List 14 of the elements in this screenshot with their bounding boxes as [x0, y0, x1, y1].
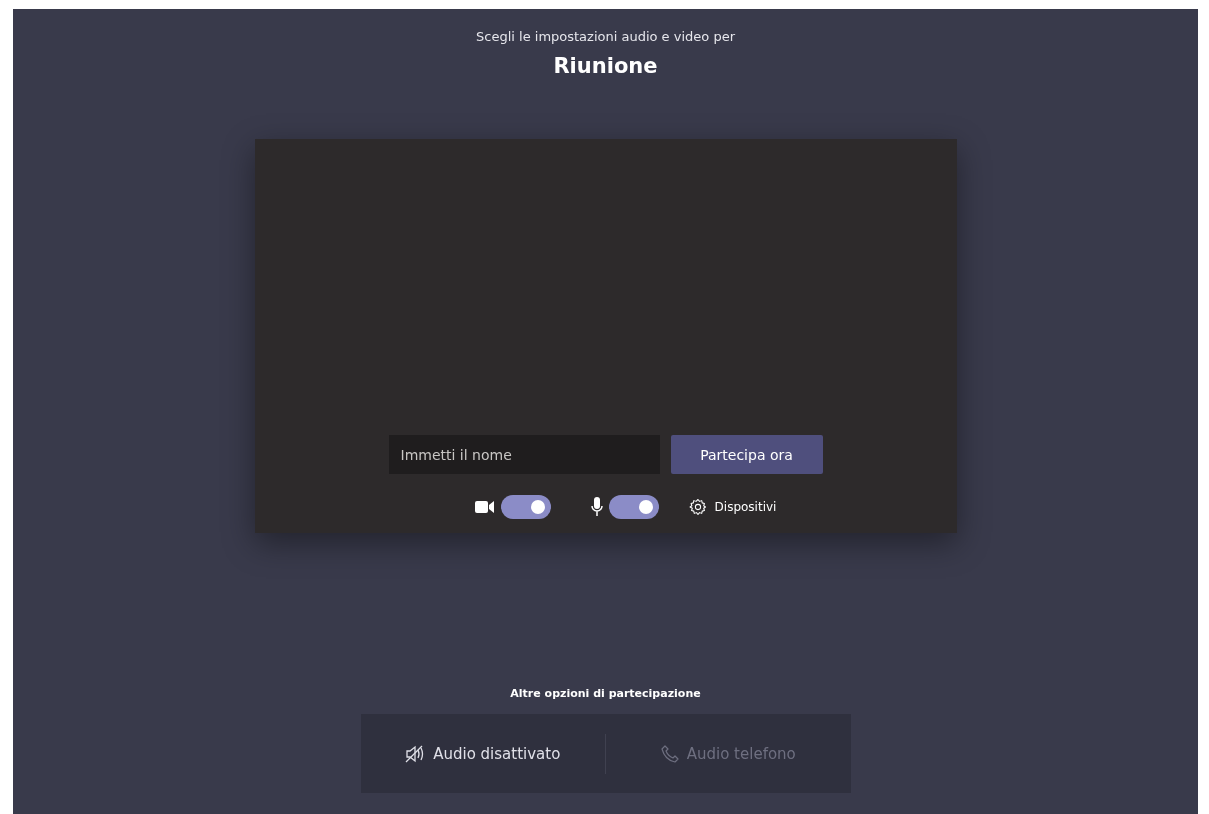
microphone-toggle[interactable] [608, 495, 659, 519]
option-button[interactable]: Audio disattivato [360, 714, 605, 793]
speaker-off-icon [405, 744, 426, 763]
name-field[interactable]: Immetti il nome [388, 435, 660, 474]
join-button[interactable]: Partecipa ora [670, 435, 823, 474]
subtitle: Scegli le impostazioni audio e video per [476, 29, 735, 44]
phone-icon [660, 744, 679, 763]
microphone-icon [590, 497, 603, 517]
meeting-title: Riunione [553, 54, 658, 78]
devices-button[interactable]: Dispositivi [688, 498, 777, 516]
camera-icon [474, 500, 495, 514]
camera-toggle[interactable] [500, 495, 551, 519]
section-title: Altre opzioni di partecipazione [510, 687, 701, 700]
settings-icon [688, 498, 707, 516]
